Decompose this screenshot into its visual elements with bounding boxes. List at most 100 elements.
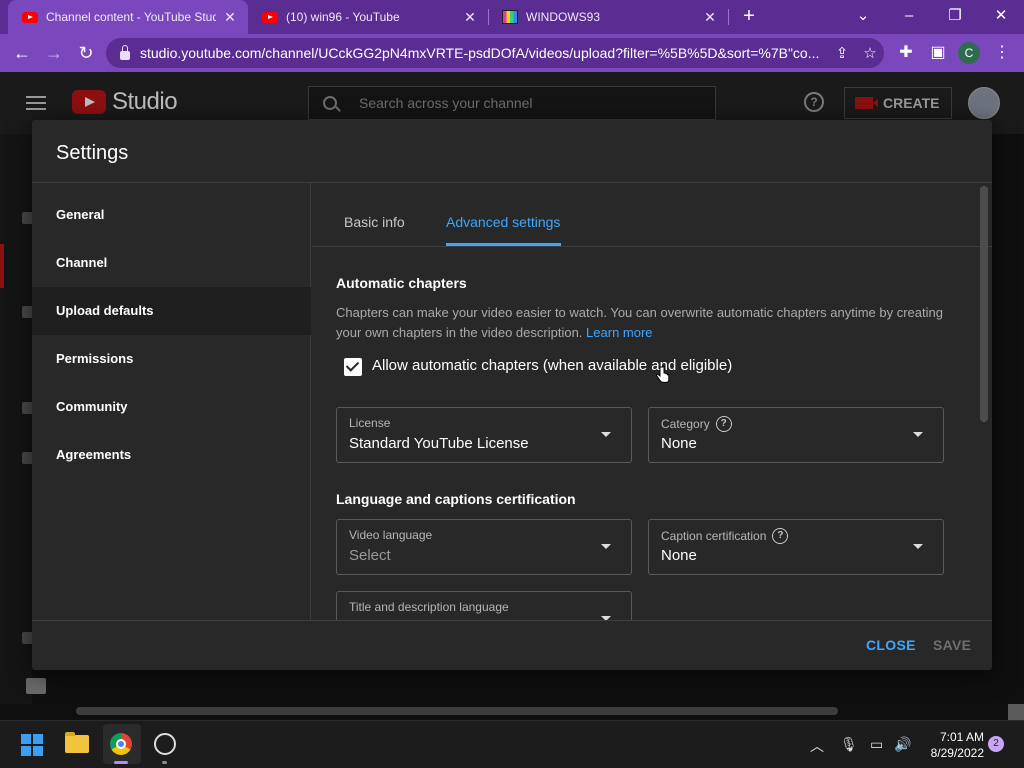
clock-time: 7:01 AM [939, 730, 984, 744]
caption-certification-select[interactable]: Caption certification ? None [648, 519, 944, 575]
youtube-logo-icon [72, 90, 106, 114]
category-value: None [661, 435, 697, 452]
tab-advanced-settings[interactable]: Advanced settings [446, 183, 560, 247]
settings-dialog: Settings General Channel Upload defaults… [32, 120, 992, 670]
chevron-up-icon[interactable]: ︿ [810, 736, 824, 756]
feedback-icon[interactable] [26, 678, 46, 694]
create-button[interactable]: CREATE [844, 87, 952, 119]
dropdown-arrow-icon [601, 544, 611, 549]
chrome-icon [110, 733, 132, 755]
license-value: Standard YouTube License [349, 435, 529, 452]
browser-tab-win96[interactable]: (10) win96 - YouTube ✕ [248, 0, 488, 34]
automatic-chapters-description: Chapters can make your video easier to w… [336, 303, 956, 343]
reload-icon[interactable]: ↻ [72, 39, 100, 67]
hamburger-menu-icon[interactable] [26, 96, 46, 110]
volume-icon[interactable]: 🔊 [894, 736, 911, 753]
file-explorer-icon[interactable] [65, 732, 89, 753]
settings-tabs: Basic info Advanced settings [312, 183, 992, 247]
windows-start-icon[interactable] [21, 734, 43, 756]
close-button[interactable]: CLOSE [866, 637, 916, 653]
save-button[interactable]: SAVE [933, 637, 971, 653]
allow-automatic-chapters-label[interactable]: Allow automatic chapters (when available… [372, 357, 732, 374]
language-captions-title: Language and captions certification [336, 491, 576, 507]
tab-title: (10) win96 - YouTube [286, 10, 400, 24]
tab-basic-info[interactable]: Basic info [344, 183, 405, 247]
network-icon[interactable]: ▭ [870, 736, 883, 753]
caption-certification-label: Caption certification [661, 529, 767, 543]
tab-search-chevron-icon[interactable]: ⌄ [840, 0, 886, 34]
close-icon[interactable]: ✕ [702, 9, 718, 26]
channel-search-input[interactable]: Search across your channel [308, 86, 716, 120]
youtube-icon [262, 11, 278, 23]
active-tab-indicator [446, 243, 561, 246]
dialog-scrollbar[interactable] [980, 186, 988, 422]
video-language-select[interactable]: Video language Select [336, 519, 632, 575]
dropdown-arrow-icon [913, 544, 923, 549]
settings-nav-general[interactable]: General [32, 191, 311, 239]
category-select[interactable]: Category ? None [648, 407, 944, 463]
system-clock[interactable]: 7:01 AM 8/29/2022 [920, 729, 984, 761]
tab-title: Channel content - YouTube Studio [46, 10, 216, 24]
restore-button[interactable]: ❐ [932, 0, 978, 34]
page-scrollbar-thumb[interactable] [1008, 704, 1024, 720]
browser-tab-windows93[interactable]: WINDOWS93 ✕ [488, 0, 728, 34]
bookmark-star-icon[interactable]: ☆ [856, 44, 884, 62]
address-bar[interactable]: studio.youtube.com/channel/UCckGG2pN4mxV… [106, 38, 884, 68]
search-icon [323, 96, 337, 110]
caption-certification-value: None [661, 547, 697, 564]
browser-toolbar: ← → ↻ studio.youtube.com/channel/UCckGG2… [0, 34, 1024, 72]
title-description-language-label: Title and description language [349, 600, 509, 614]
back-arrow-icon[interactable]: ← [8, 39, 36, 67]
notification-badge[interactable]: 2 [988, 736, 1004, 752]
category-label: Category [661, 417, 710, 431]
settings-nav-channel[interactable]: Channel [32, 239, 311, 287]
screen: Channel content - YouTube Studio ✕ (10) … [0, 0, 1024, 768]
obs-icon[interactable] [154, 733, 176, 755]
help-icon[interactable]: ? [715, 416, 732, 432]
profile-avatar[interactable]: C [958, 42, 980, 64]
dropdown-arrow-icon [913, 432, 923, 437]
settings-content: Basic info Advanced settings Automatic c… [312, 183, 992, 620]
dialog-footer: CLOSE SAVE [32, 620, 992, 670]
close-icon[interactable]: ✕ [462, 9, 478, 26]
window-close-button[interactable]: ✕ [978, 0, 1024, 34]
settings-nav-agreements[interactable]: Agreements [32, 431, 311, 479]
clock-date: 8/29/2022 [930, 746, 984, 760]
browser-tab-studio[interactable]: Channel content - YouTube Studio ✕ [8, 0, 248, 34]
share-icon[interactable]: ⇪ [828, 44, 856, 62]
dialog-title: Settings [56, 142, 129, 164]
forward-arrow-icon[interactable]: → [40, 39, 68, 67]
settings-nav-upload-defaults[interactable]: Upload defaults [32, 287, 311, 335]
license-select[interactable]: License Standard YouTube License [336, 407, 632, 463]
extensions-puzzle-icon[interactable]: ✚ [892, 39, 920, 67]
channel-avatar[interactable] [968, 87, 1000, 119]
help-icon[interactable]: ? [772, 528, 789, 544]
video-language-value: Select [349, 547, 391, 564]
learn-more-link[interactable]: Learn more [586, 325, 652, 340]
hand-cursor-icon [656, 366, 670, 383]
youtube-icon [22, 11, 38, 23]
running-indicator [114, 761, 128, 764]
allow-automatic-chapters-checkbox[interactable] [344, 358, 362, 376]
settings-nav-community[interactable]: Community [32, 383, 311, 431]
close-icon[interactable]: ✕ [222, 9, 238, 26]
studio-logo-text: Studio [112, 88, 178, 115]
automatic-chapters-title: Automatic chapters [336, 275, 467, 291]
dropdown-arrow-icon [601, 432, 611, 437]
url-text: studio.youtube.com/channel/UCckGG2pN4mxV… [140, 45, 820, 61]
search-placeholder: Search across your channel [359, 95, 533, 111]
new-tab-button[interactable]: + [736, 4, 762, 30]
lock-icon [120, 44, 130, 60]
title-description-language-select[interactable]: Title and description language [336, 591, 632, 620]
microphone-icon[interactable]: 🎙 [840, 736, 858, 753]
running-indicator [162, 761, 167, 764]
minimize-button[interactable]: – [886, 0, 932, 34]
active-nav-indicator [0, 244, 4, 288]
chrome-menu-icon[interactable]: ⋮ [988, 39, 1016, 67]
side-panel-icon[interactable]: ▣ [924, 39, 952, 67]
video-language-label: Video language [349, 528, 433, 542]
settings-nav-permissions[interactable]: Permissions [32, 335, 311, 383]
studio-logo[interactable]: Studio [72, 88, 178, 116]
horizontal-scrollbar[interactable] [76, 707, 838, 715]
help-icon[interactable]: ? [804, 92, 824, 112]
